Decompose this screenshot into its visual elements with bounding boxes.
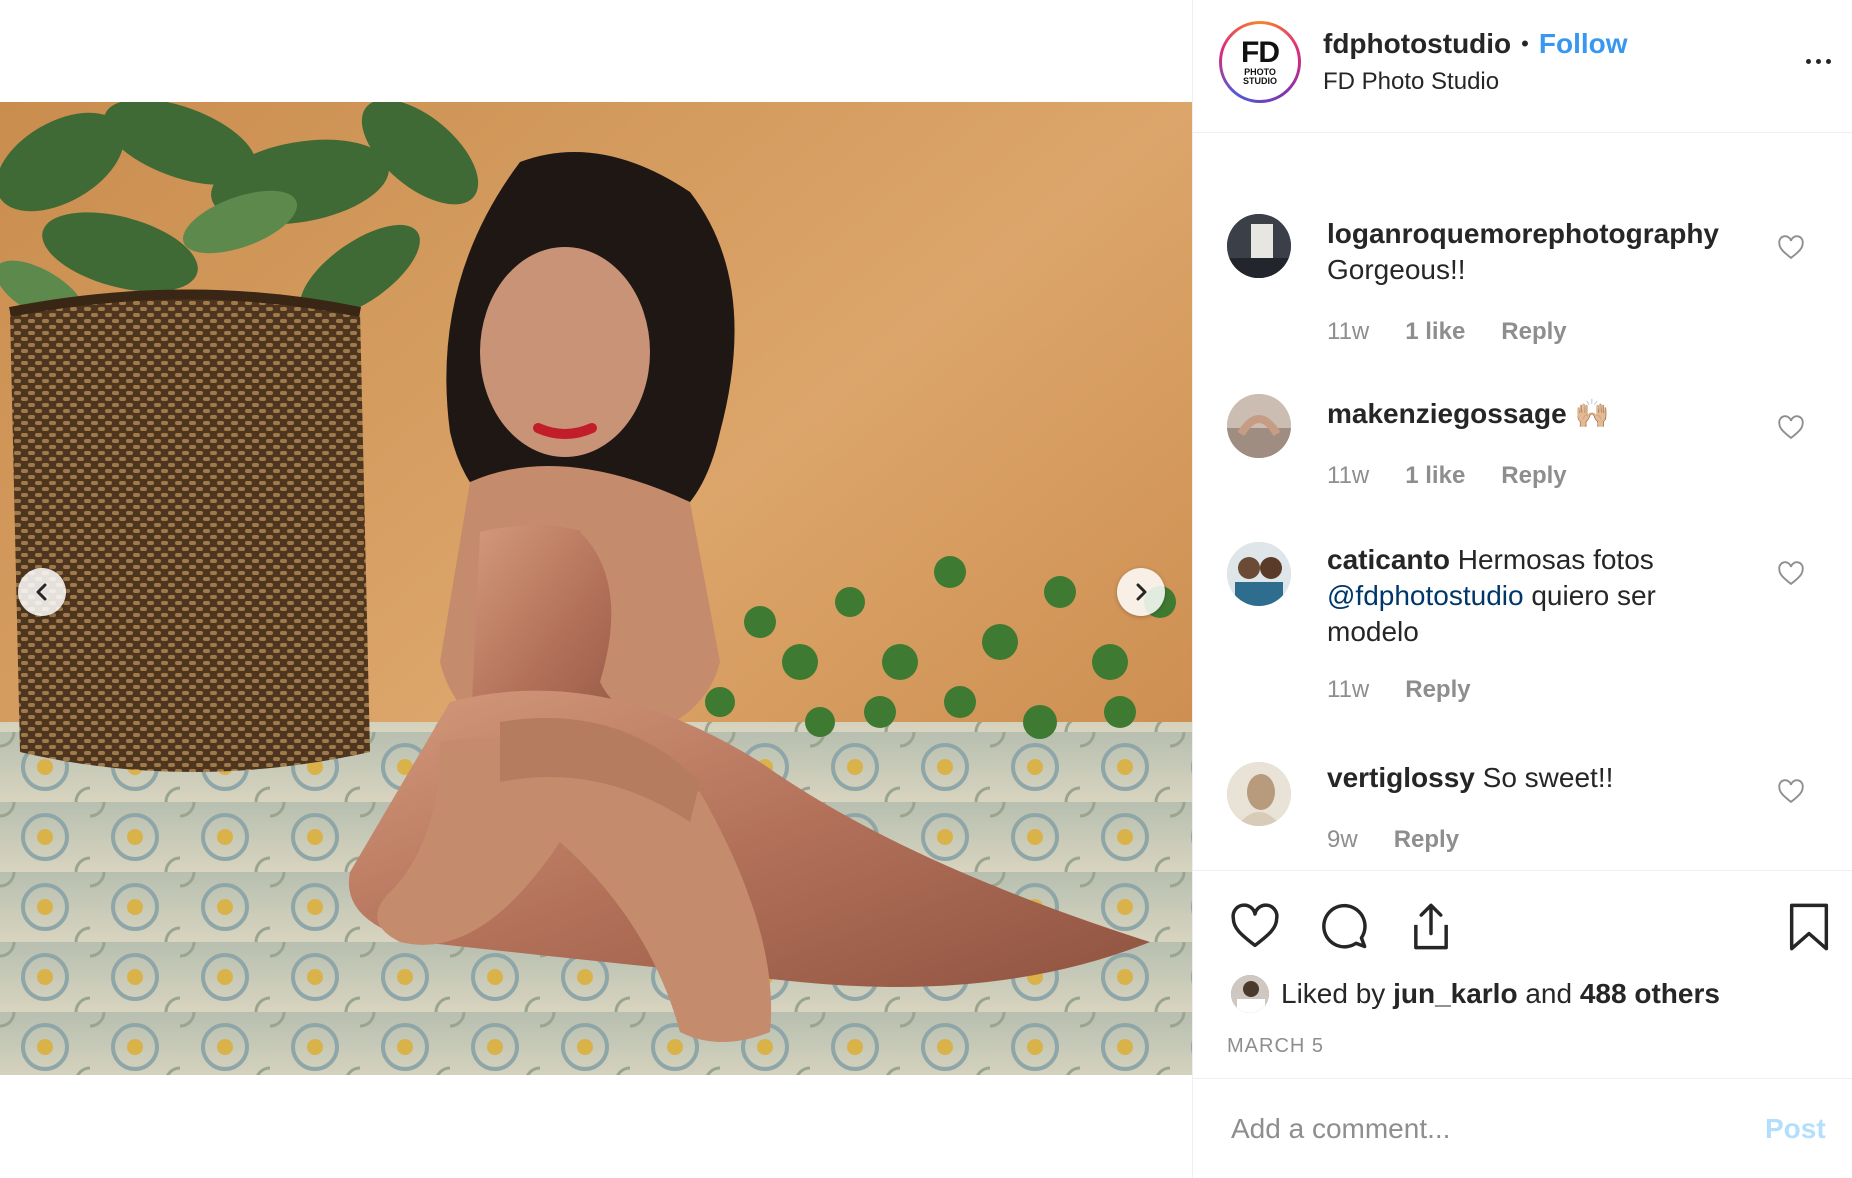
comment-content: So sweet!! <box>1482 762 1614 793</box>
comment-like-heart-icon[interactable] <box>1777 234 1805 262</box>
bookmark-icon[interactable] <box>1783 901 1835 953</box>
comment-input[interactable] <box>1231 1107 1711 1151</box>
comment-text: vertiglossy So sweet!! <box>1327 760 1747 796</box>
comment-form: Post <box>1193 1078 1852 1178</box>
commenter-avatar[interactable] <box>1227 762 1291 826</box>
comment-bubble-icon[interactable] <box>1317 901 1369 953</box>
comments-list[interactable]: loganroquemorephotography Gorgeous!! 11w… <box>1193 134 1852 870</box>
comment-likes[interactable]: 1 like <box>1405 462 1465 490</box>
carousel-prev-button[interactable] <box>18 568 66 616</box>
more-dots-icon <box>1805 58 1811 64</box>
comment-meta: 11w 1 like Reply <box>1327 462 1567 490</box>
comment-username[interactable]: makenziegossage <box>1327 398 1567 429</box>
liker-avatar[interactable] <box>1231 975 1269 1013</box>
post-header: FD PHOTO STUDIO fdphotostudio • Follow F… <box>1193 0 1852 133</box>
comment-meta: 11w Reply <box>1327 676 1471 704</box>
carousel-next-button[interactable] <box>1117 568 1165 616</box>
share-icon[interactable] <box>1405 901 1457 953</box>
comment-like-heart-icon[interactable] <box>1777 414 1805 442</box>
comment-time[interactable]: 11w <box>1327 676 1369 704</box>
comment-content: Hermosas fotos <box>1457 544 1654 575</box>
comment-content: 🙌🏼 <box>1574 398 1610 429</box>
comment-username[interactable]: loganroquemorephotography <box>1327 218 1719 249</box>
comment-meta: 11w 1 like Reply <box>1327 318 1567 346</box>
comment-meta: 9w Reply <box>1327 826 1459 854</box>
follow-button[interactable]: Follow <box>1539 28 1628 60</box>
commenter-avatar[interactable] <box>1227 394 1291 458</box>
comment-like-heart-icon[interactable] <box>1777 560 1805 588</box>
account-handle[interactable]: fdphotostudio <box>1323 28 1511 60</box>
comment-text: loganroquemorephotography Gorgeous!! <box>1327 216 1747 288</box>
comment-time[interactable]: 11w <box>1327 318 1369 346</box>
account-handle-row: fdphotostudio • Follow <box>1323 28 1628 60</box>
comment-reply-button[interactable]: Reply <box>1405 676 1470 704</box>
comment-reply-button[interactable]: Reply <box>1501 462 1566 490</box>
comment-likes[interactable]: 1 like <box>1405 318 1465 346</box>
more-options-button[interactable] <box>1798 46 1838 76</box>
chevron-right-icon <box>1136 583 1147 601</box>
comment-username[interactable]: vertiglossy <box>1327 762 1475 793</box>
post-side-panel: FD PHOTO STUDIO fdphotostudio • Follow F… <box>1192 0 1852 1178</box>
media-area <box>0 0 1192 1178</box>
heart-icon[interactable] <box>1229 901 1281 953</box>
comment-time[interactable]: 11w <box>1327 462 1369 490</box>
chevron-left-icon <box>36 583 47 601</box>
likes-prefix: Liked by <box>1281 978 1386 1009</box>
logo-text: FD <box>1241 36 1280 69</box>
comment-time[interactable]: 9w <box>1327 826 1358 854</box>
comment-text: makenziegossage 🙌🏼 <box>1327 396 1747 432</box>
commenter-avatar[interactable] <box>1227 542 1291 606</box>
post-photo[interactable] <box>0 102 1192 1075</box>
post-actions: Liked by jun_karlo and 488 others MARCH … <box>1193 870 1852 1078</box>
comment-reply-button[interactable]: Reply <box>1501 318 1566 346</box>
comment-username[interactable]: caticanto <box>1327 544 1450 575</box>
account-full-name: FD Photo Studio <box>1323 68 1500 95</box>
post-date[interactable]: MARCH 5 <box>1227 1035 1324 1058</box>
likes-summary: Liked by jun_karlo and 488 others <box>1231 975 1720 1013</box>
likes-joiner: and <box>1525 978 1573 1009</box>
account-avatar[interactable]: FD PHOTO STUDIO <box>1219 21 1301 103</box>
separator-dot: • <box>1521 31 1529 56</box>
commenter-avatar[interactable] <box>1227 214 1291 278</box>
post-comment-button[interactable]: Post <box>1765 1113 1826 1145</box>
comment-like-heart-icon[interactable] <box>1777 778 1805 806</box>
liker-username[interactable]: jun_karlo <box>1393 978 1517 1010</box>
account-logo: FD PHOTO STUDIO <box>1222 24 1298 100</box>
comment-content: Gorgeous!! <box>1327 254 1466 285</box>
logo-subtext-2: STUDIO <box>1242 76 1277 86</box>
likes-others-link[interactable]: 488 others <box>1580 978 1720 1010</box>
comment-reply-button[interactable]: Reply <box>1394 826 1459 854</box>
comment-text: caticanto Hermosas fotos @fdphotostudio … <box>1327 542 1747 650</box>
comment-mention-link[interactable]: @fdphotostudio <box>1327 580 1524 611</box>
